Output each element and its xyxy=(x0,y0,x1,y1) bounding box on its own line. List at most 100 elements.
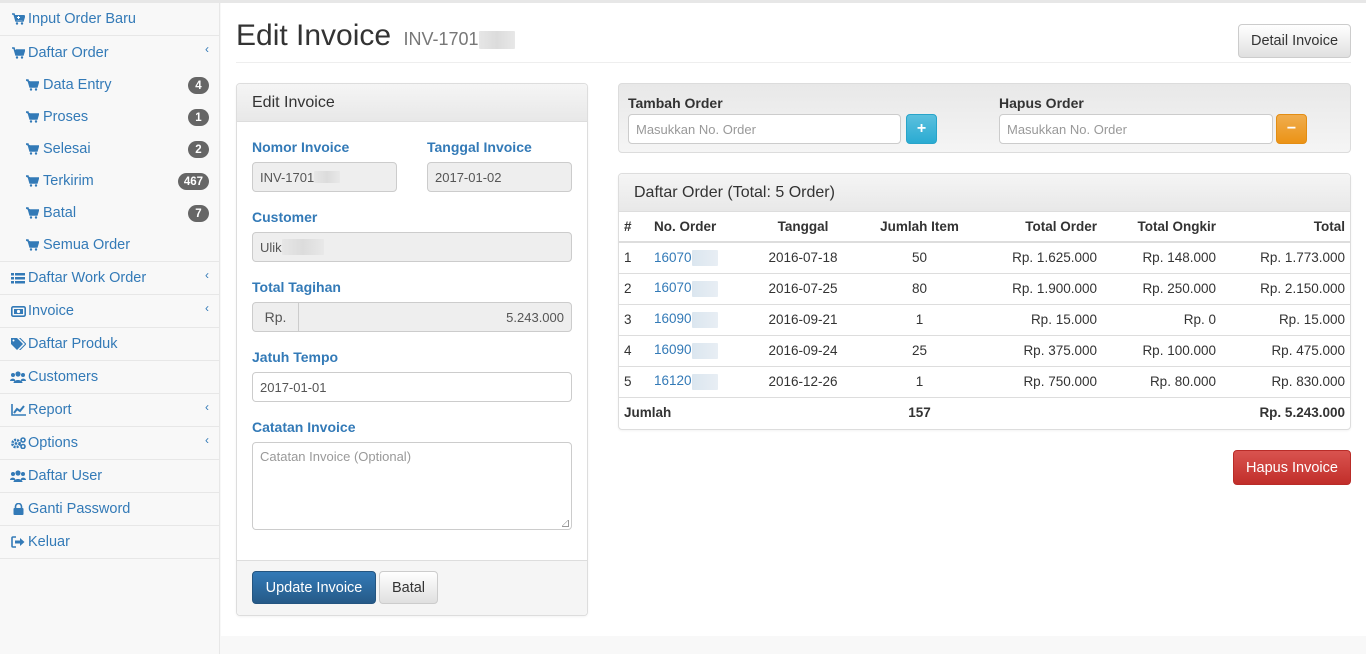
sidebar-subitem-label: Data Entry xyxy=(43,77,112,93)
sidebar-item-label: Report xyxy=(28,402,72,418)
chevron-left-icon: ‹ xyxy=(205,268,209,282)
sidebar: Input Order Baru Daftar Order ‹ Data Ent… xyxy=(0,3,220,654)
count-badge: 4 xyxy=(188,77,209,94)
total-ongkir-cell: Rp. 250.000 xyxy=(1102,272,1221,304)
redacted-text xyxy=(691,373,718,390)
remove-order-button[interactable]: − xyxy=(1276,114,1307,144)
order-number-link[interactable]: 16070 xyxy=(654,280,718,297)
sidebar-subitem-data-entry[interactable]: Data Entry 4 xyxy=(0,69,219,101)
redacted-text xyxy=(691,249,718,266)
sidebar-item-daftar-produk[interactable]: Daftar Produk xyxy=(0,328,219,361)
users-icon xyxy=(10,470,26,482)
cogs-icon xyxy=(10,437,26,449)
sidebar-subitem-selesai[interactable]: Selesai 2 xyxy=(0,133,219,165)
tanggal-invoice-field[interactable]: 2017-01-02 xyxy=(427,162,572,192)
nomor-invoice-label: Nomor Invoice xyxy=(252,139,350,155)
sign-out-icon xyxy=(10,536,26,548)
cart-plus-icon xyxy=(10,13,26,25)
total-cell: Rp. 2.150.000 xyxy=(1221,272,1350,304)
sidebar-subitem-terkirim[interactable]: Terkirim 467 xyxy=(0,165,219,197)
sidebar-item-input-order-baru[interactable]: Input Order Baru xyxy=(0,3,219,36)
sidebar-item-options[interactable]: Options ‹ xyxy=(0,427,219,460)
total-ongkir-cell: Rp. 0 xyxy=(1102,303,1221,335)
redacted-text xyxy=(691,280,718,297)
order-number-link[interactable]: 16090 xyxy=(654,311,718,328)
table-row: 4 16090 2016-09-24 25 Rp. 375.000 Rp. 100.000… xyxy=(619,334,1350,366)
catatan-invoice-textarea[interactable]: Catatan Invoice (Optional) xyxy=(252,442,572,530)
jatuh-tempo-field[interactable]: 2017-01-01 xyxy=(252,372,572,402)
row-number: 1 xyxy=(619,241,649,273)
sidebar-subitem-semua-order[interactable]: Semua Order xyxy=(0,229,219,261)
tanggal-cell: 2016-07-25 xyxy=(749,272,857,304)
tambah-order-label: Tambah Order xyxy=(628,95,723,111)
sidebar-subitem-batal[interactable]: Batal 7 xyxy=(0,197,219,229)
panel-footer: Update Invoice Batal xyxy=(237,560,587,615)
count-badge: 1 xyxy=(188,109,209,126)
row-number: 2 xyxy=(619,272,649,304)
sidebar-item-customers[interactable]: Customers xyxy=(0,361,219,394)
tags-icon xyxy=(10,338,26,350)
cart-icon xyxy=(26,143,41,155)
sidebar-item-daftar-order[interactable]: Daftar Order ‹ xyxy=(0,36,219,69)
add-order-button[interactable]: + xyxy=(906,114,937,144)
update-invoice-button[interactable]: Update Invoice xyxy=(252,571,376,604)
sidebar-menu: Daftar Work Order ‹ Invoice ‹ Daftar Produk C… xyxy=(0,262,219,559)
hapus-order-input[interactable]: Masukkan No. Order xyxy=(999,114,1273,144)
chevron-left-icon: ‹ xyxy=(205,400,209,414)
count-badge: 7 xyxy=(188,205,209,222)
jatuh-tempo-label: Jatuh Tempo xyxy=(252,349,339,365)
sidebar-item-daftar-work-order[interactable]: Daftar Work Order ‹ xyxy=(0,262,219,295)
plus-icon: + xyxy=(916,120,927,137)
sidebar-item-invoice[interactable]: Invoice ‹ xyxy=(0,295,219,328)
jumlah-item-cell: 1 xyxy=(857,303,982,335)
line-chart-icon xyxy=(10,404,26,416)
total-tagihan-field[interactable]: 5.243.000 xyxy=(298,302,572,332)
row-number: 3 xyxy=(619,303,649,335)
customer-field[interactable]: Ulik xyxy=(252,232,572,262)
sidebar-item-label: Keluar xyxy=(28,534,70,550)
order-number-link[interactable]: 16090 xyxy=(654,342,718,359)
total-order-cell: Rp. 1.625.000 xyxy=(982,241,1102,273)
total-cell: Rp. 1.773.000 xyxy=(1221,241,1350,273)
jumlah-item-cell: 1 xyxy=(857,365,982,397)
daftar-order-submenu: Data Entry 4 Proses 1 Selesai 2 Terkirim 467 Bat… xyxy=(0,69,219,261)
resize-handle[interactable] xyxy=(562,520,569,527)
total-cell: Rp. 830.000 xyxy=(1221,365,1350,397)
column-header: Tanggal xyxy=(749,212,857,243)
sidebar-subitem-proses[interactable]: Proses 1 xyxy=(0,101,219,133)
order-number-cell: 16090 xyxy=(649,303,749,335)
column-header: Total Ongkir xyxy=(1102,212,1221,243)
sidebar-subitem-label: Batal xyxy=(43,205,77,221)
sidebar-item-daftar-user[interactable]: Daftar User xyxy=(0,460,219,493)
sidebar-item-label: Daftar Produk xyxy=(28,336,118,352)
list-icon xyxy=(10,272,26,284)
sidebar-subitem-label: Selesai xyxy=(43,141,91,157)
tanggal-cell: 2016-09-21 xyxy=(749,303,857,335)
nomor-invoice-field[interactable]: INV-1701 xyxy=(252,162,397,192)
sidebar-item-keluar[interactable]: Keluar xyxy=(0,526,219,559)
batal-button[interactable]: Batal xyxy=(379,571,438,604)
footer-empty xyxy=(1102,396,1221,428)
redacted-text xyxy=(478,31,515,50)
sidebar-item-report[interactable]: Report ‹ xyxy=(0,394,219,427)
order-table: # No. Order Tanggal Jumlah Item Total Or… xyxy=(619,212,1350,428)
sidebar-item-ganti-password[interactable]: Ganti Password xyxy=(0,493,219,526)
order-number-link[interactable]: 16070 xyxy=(654,249,718,266)
total-cell: Rp. 475.000 xyxy=(1221,334,1350,366)
catatan-placeholder: Catatan Invoice (Optional) xyxy=(260,449,412,464)
total-order-cell: Rp. 15.000 xyxy=(982,303,1102,335)
count-badge: 2 xyxy=(188,141,209,158)
tambah-order-input[interactable]: Masukkan No. Order xyxy=(628,114,901,144)
cart-icon xyxy=(26,111,41,123)
column-header: No. Order xyxy=(649,212,749,243)
column-header: Total Order xyxy=(982,212,1102,243)
hapus-order-label: Hapus Order xyxy=(999,95,1084,111)
order-number-link[interactable]: 16120 xyxy=(654,373,718,390)
order-actions-well: Tambah Order Masukkan No. Order + Hapus … xyxy=(618,83,1351,153)
total-ongkir-cell: Rp. 100.000 xyxy=(1102,334,1221,366)
tanggal-invoice-label: Tanggal Invoice xyxy=(427,139,532,155)
total-ongkir-cell: Rp. 148.000 xyxy=(1102,241,1221,273)
detail-invoice-button[interactable]: Detail Invoice xyxy=(1238,24,1351,58)
footer-jumlah-item: 157 xyxy=(857,396,982,428)
hapus-invoice-button[interactable]: Hapus Invoice xyxy=(1233,450,1351,485)
